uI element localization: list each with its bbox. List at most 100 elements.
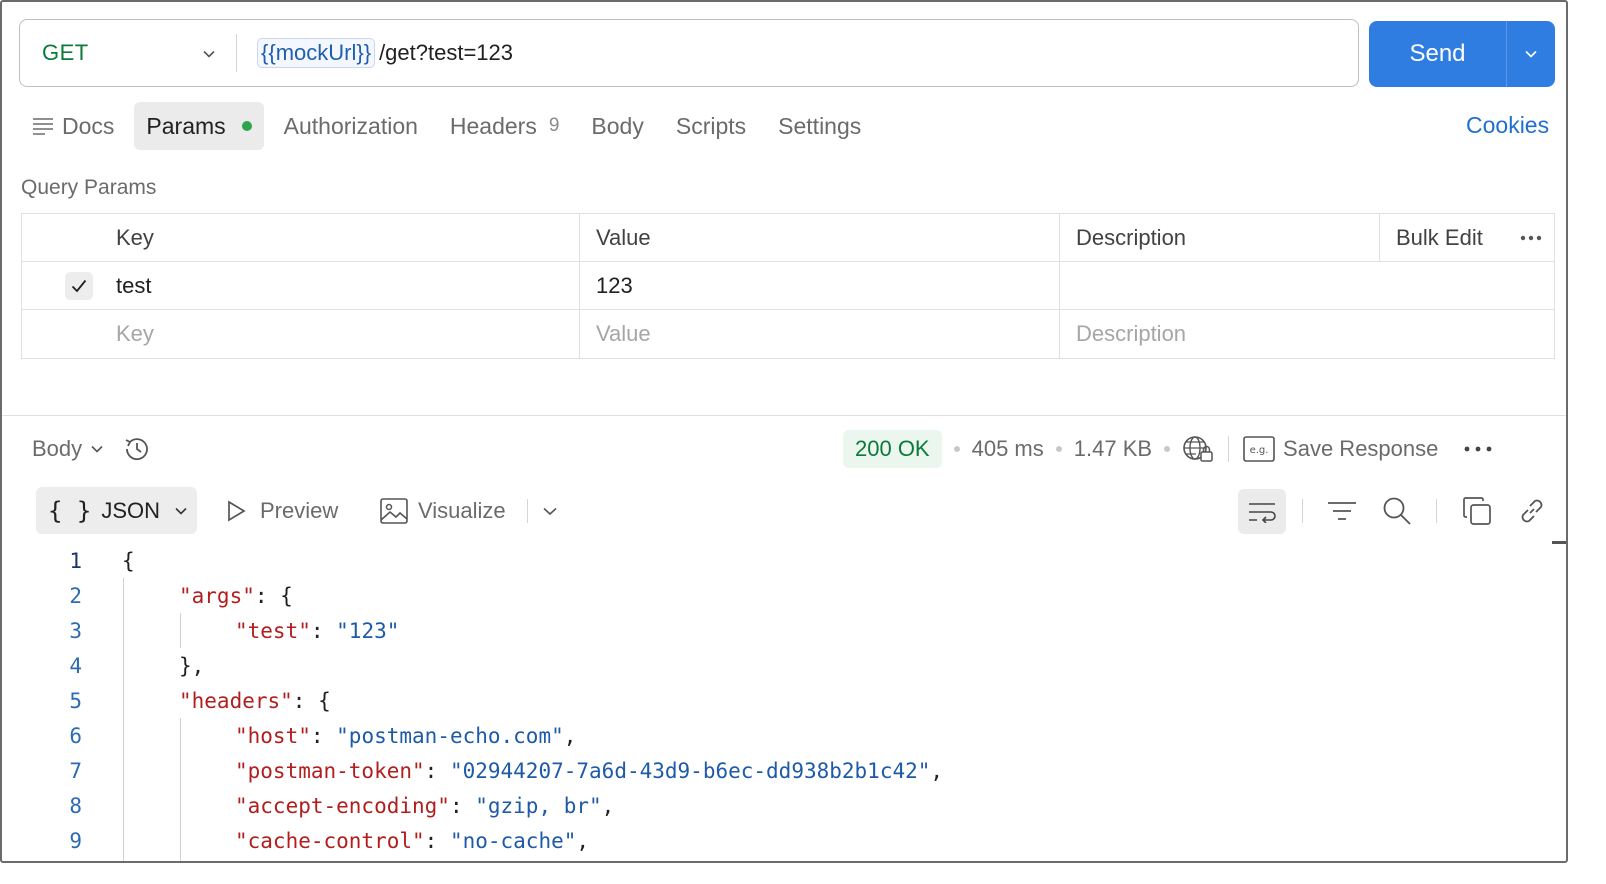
param-description[interactable] <box>1060 262 1554 309</box>
divider <box>1302 499 1303 523</box>
tab-label: Scripts <box>675 112 747 139</box>
tab-docs[interactable]: Docs <box>20 102 126 150</box>
code-text: "postman-token": "02944207-7a6d-43d9-b6e… <box>235 758 944 783</box>
url-bar: GET {{mockUrl}} /get?test=123 <box>19 19 1359 87</box>
chevron-down-icon <box>543 507 557 516</box>
wrap-icon <box>1249 502 1276 523</box>
code-line: 1 { <box>2 543 1552 578</box>
example-icon: e.g. <box>1243 436 1275 462</box>
send-options-button[interactable] <box>1507 21 1555 87</box>
format-select[interactable]: { } JSON <box>36 487 197 534</box>
postman-window: GET {{mockUrl}} /get?test=123 Send Docs … <box>0 0 1568 863</box>
table-header: Key Value Description Bulk Edit <box>22 214 1554 262</box>
more-icon[interactable] <box>1464 446 1492 452</box>
code-line: 6 "host": "postman-echo.com", <box>2 718 1552 753</box>
line-number: 1 <box>69 548 82 573</box>
tab-headers[interactable]: Headers 9 <box>438 102 572 150</box>
braces-icon: { } <box>48 496 92 525</box>
param-key[interactable]: test <box>104 262 580 309</box>
format-label: JSON <box>101 497 161 523</box>
line-number: 4 <box>69 653 82 678</box>
tab-label: Headers <box>449 112 537 139</box>
visualize-button[interactable]: Visualize <box>380 492 506 530</box>
key-column-header: Key <box>104 214 580 261</box>
send-button[interactable]: Send <box>1369 21 1555 87</box>
checkbox-column-header <box>22 214 104 261</box>
description-column-header: Description <box>1060 214 1380 261</box>
image-icon <box>380 498 408 524</box>
code-line: 4 }, <box>2 648 1552 683</box>
request-tabs: Docs Params Authorization Headers 9 Body… <box>20 102 881 150</box>
code-line: 7 "postman-token": "02944207-7a6d-43d9-b… <box>2 753 1552 788</box>
scrollbar-thumb[interactable] <box>1552 541 1566 544</box>
code-text: }, <box>179 653 205 678</box>
divider <box>527 499 528 523</box>
tab-authorization[interactable]: Authorization <box>272 102 430 150</box>
method-label: GET <box>42 40 89 65</box>
chevron-down-icon <box>203 50 215 58</box>
url-path: /get?test=123 <box>379 40 514 65</box>
link-button[interactable] <box>1513 492 1551 530</box>
check-icon <box>71 279 87 292</box>
active-params-dot <box>241 121 252 131</box>
new-description-input[interactable]: Description <box>1060 310 1554 358</box>
save-response-button[interactable]: Save Response <box>1283 436 1438 462</box>
code-text: "args": { <box>179 583 293 608</box>
url-variable[interactable]: {{mockUrl}} <box>257 38 376 68</box>
response-time[interactable]: 405 ms <box>972 436 1044 462</box>
tab-label: Params <box>146 112 226 139</box>
value-column-header: Value <box>580 214 1060 261</box>
status-badge[interactable]: 200 OK <box>843 430 942 468</box>
search-button[interactable] <box>1378 492 1416 530</box>
code-line: 9 "cache-control": "no-cache", <box>2 823 1552 858</box>
separator-dot <box>953 446 960 452</box>
cookies-link[interactable]: Cookies <box>1466 112 1549 139</box>
tab-params[interactable]: Params <box>134 102 264 150</box>
params-table: Key Value Description Bulk Edit test 123… <box>21 213 1555 359</box>
response-body-label: Body <box>32 436 83 461</box>
bulk-edit-cell: Bulk Edit <box>1380 214 1554 261</box>
param-value[interactable]: 123 <box>580 262 1060 309</box>
param-checkbox[interactable] <box>65 271 93 300</box>
more-icon[interactable] <box>1520 235 1542 241</box>
pane-divider[interactable] <box>2 415 1566 416</box>
tab-label: Authorization <box>283 112 418 139</box>
code-line: 5 "headers": { <box>2 683 1552 718</box>
play-icon <box>228 500 246 522</box>
wrap-lines-button[interactable] <box>1238 489 1286 534</box>
response-header: Body 200 OK 405 ms 1.47 KB e.g. Save Res… <box>32 426 1556 472</box>
url-input[interactable]: {{mockUrl}} /get?test=123 <box>237 38 513 68</box>
code-text: "headers": { <box>179 688 331 713</box>
code-line: 8 "accept-encoding": "gzip, br", <box>2 788 1552 823</box>
link-icon <box>1521 499 1543 523</box>
method-select[interactable]: GET <box>20 20 236 86</box>
new-key-input[interactable]: Key <box>104 310 580 358</box>
visualize-options-button[interactable] <box>542 492 558 530</box>
line-number: 9 <box>69 828 82 853</box>
filter-button[interactable] <box>1323 492 1361 530</box>
history-icon[interactable] <box>122 434 152 464</box>
new-value-input[interactable]: Value <box>580 310 1060 358</box>
response-meta: 200 OK 405 ms 1.47 KB e.g. Save Response <box>843 430 1492 468</box>
tab-scripts[interactable]: Scripts <box>664 102 758 150</box>
bulk-edit-button[interactable]: Bulk Edit <box>1396 225 1483 251</box>
chevron-down-icon <box>175 507 187 515</box>
response-body-editor[interactable]: 1 { 2 "args": { 3 "test": "123" 4 }, 5 "… <box>2 543 1552 861</box>
row-checkbox-cell <box>22 262 104 309</box>
tab-body[interactable]: Body <box>579 102 655 150</box>
divider <box>1228 436 1230 462</box>
response-view-select[interactable]: Body <box>32 434 152 464</box>
code-text: "accept-encoding": "gzip, br", <box>235 793 615 818</box>
query-params-title: Query Params <box>21 176 157 199</box>
line-number: 8 <box>69 793 82 818</box>
line-number: 6 <box>69 723 82 748</box>
tab-settings[interactable]: Settings <box>766 102 873 150</box>
preview-label: Preview <box>260 498 339 523</box>
response-size[interactable]: 1.47 KB <box>1074 436 1152 462</box>
copy-button[interactable] <box>1458 492 1496 530</box>
chevron-down-icon <box>1525 50 1537 58</box>
code-text: { <box>122 548 135 573</box>
search-icon <box>1383 497 1411 525</box>
preview-button[interactable]: Preview <box>224 492 338 530</box>
network-lock-icon[interactable] <box>1182 434 1214 464</box>
